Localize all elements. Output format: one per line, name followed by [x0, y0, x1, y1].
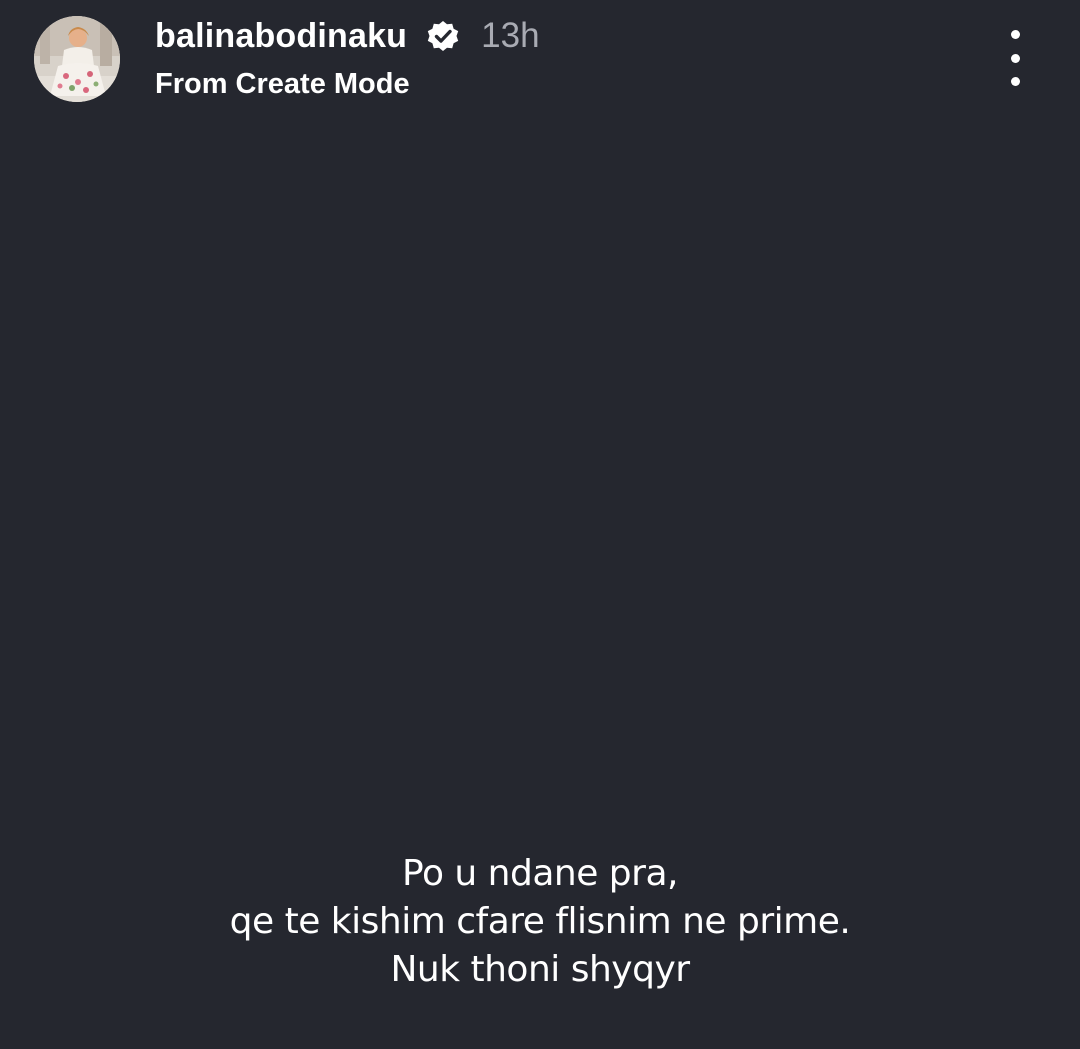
verified-badge-icon: [425, 18, 461, 54]
more-dot: [1010, 30, 1020, 39]
username-row: balinabodinaku 13h: [155, 14, 540, 58]
story-view: balinabodinaku 13h From Create Mode Po u…: [0, 0, 1080, 1049]
caption-line: Nuk thoni shyqyr: [390, 949, 690, 990]
more-vertical-icon[interactable]: [996, 30, 1034, 86]
story-caption: Po u ndane pra, qe te kishim cfare flisn…: [0, 850, 1080, 994]
story-subtitle: From Create Mode: [155, 68, 410, 100]
avatar[interactable]: [34, 16, 120, 102]
username[interactable]: balinabodinaku: [155, 17, 407, 56]
post-time: 13h: [481, 16, 540, 55]
more-dot: [1010, 77, 1020, 86]
caption-line: Po u ndane pra,: [402, 853, 678, 894]
caption-line: qe te kishim cfare flisnim ne prime.: [229, 901, 851, 942]
more-dot: [1010, 53, 1020, 63]
avatar-image: [34, 16, 120, 102]
story-header: balinabodinaku 13h From Create Mode: [0, 0, 1080, 130]
